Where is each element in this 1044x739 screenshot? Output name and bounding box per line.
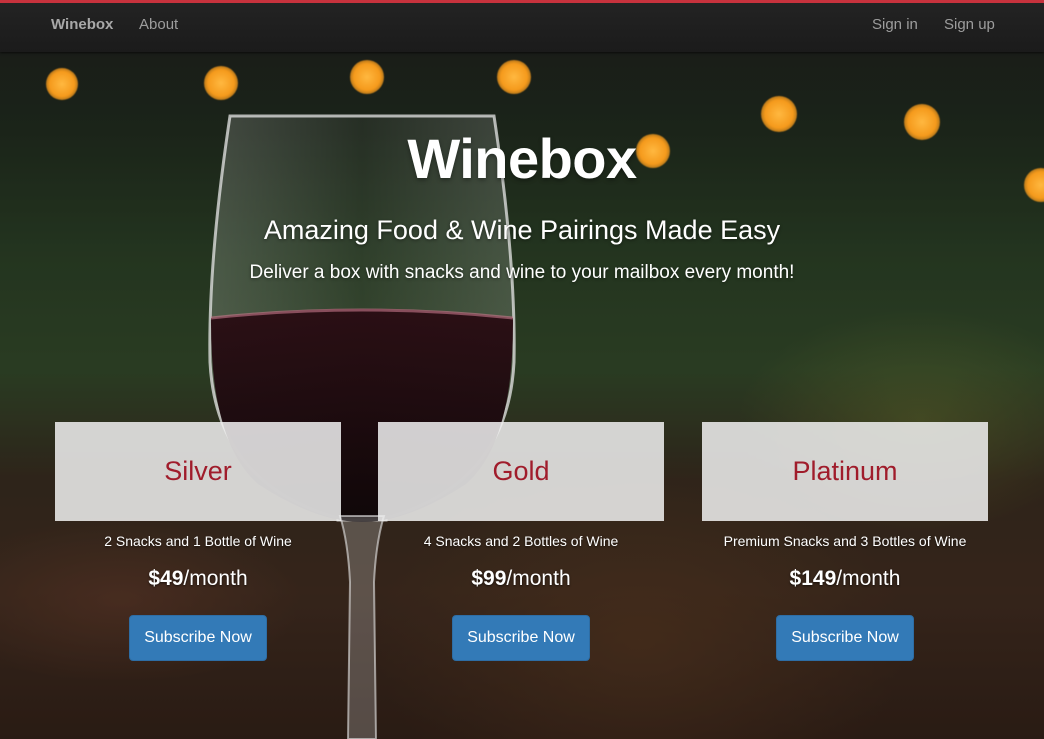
top-navbar: Winebox About Sign in Sign up: [0, 0, 1044, 52]
price-period: /month: [183, 567, 248, 590]
sign-up-link[interactable]: Sign up: [944, 16, 995, 33]
subscribe-platinum-button[interactable]: Subscribe Now: [776, 615, 914, 661]
plan-description: 2 Snacks and 1 Bottle of Wine: [104, 533, 292, 549]
plan-name: Platinum: [792, 456, 898, 486]
plan-price: $99/month: [378, 567, 664, 591]
bokeh-light: [204, 66, 238, 100]
plan-gold: Gold 4 Snacks and 2 Bottles of Wine $99/…: [378, 422, 664, 661]
plan-description: Premium Snacks and 3 Bottles of Wine: [723, 533, 967, 549]
plan-platinum: Platinum Premium Snacks and 3 Bottles of…: [702, 422, 988, 661]
bokeh-light: [46, 68, 78, 100]
price-period: /month: [836, 567, 901, 590]
plan-name: Silver: [164, 456, 232, 486]
plan-silver: Silver 2 Snacks and 1 Bottle of Wine $49…: [55, 422, 341, 661]
plan-price: $149/month: [702, 567, 988, 591]
hero-title: Winebox: [407, 127, 637, 190]
plan-price: $49/month: [55, 567, 341, 591]
price-amount: $49: [148, 567, 184, 590]
subscribe-silver-button[interactable]: Subscribe Now: [129, 615, 267, 661]
price-period: /month: [506, 567, 571, 590]
bokeh-light: [497, 60, 531, 94]
hero-tagline: Deliver a box with snacks and wine to yo…: [249, 262, 795, 283]
plan-name-box: Platinum: [702, 422, 988, 521]
nav-about-link[interactable]: About: [139, 16, 178, 33]
hero-subtitle: Amazing Food & Wine Pairings Made Easy: [263, 215, 781, 245]
plan-name: Gold: [492, 456, 550, 486]
brand-link[interactable]: Winebox: [51, 16, 113, 33]
price-amount: $149: [789, 567, 837, 590]
plan-name-box: Gold: [378, 422, 664, 521]
price-amount: $99: [471, 567, 507, 590]
bokeh-light: [350, 60, 384, 94]
plan-description: 4 Snacks and 2 Bottles of Wine: [423, 533, 619, 549]
plan-name-box: Silver: [55, 422, 341, 521]
subscribe-gold-button[interactable]: Subscribe Now: [452, 615, 590, 661]
sign-in-link[interactable]: Sign in: [872, 16, 918, 33]
